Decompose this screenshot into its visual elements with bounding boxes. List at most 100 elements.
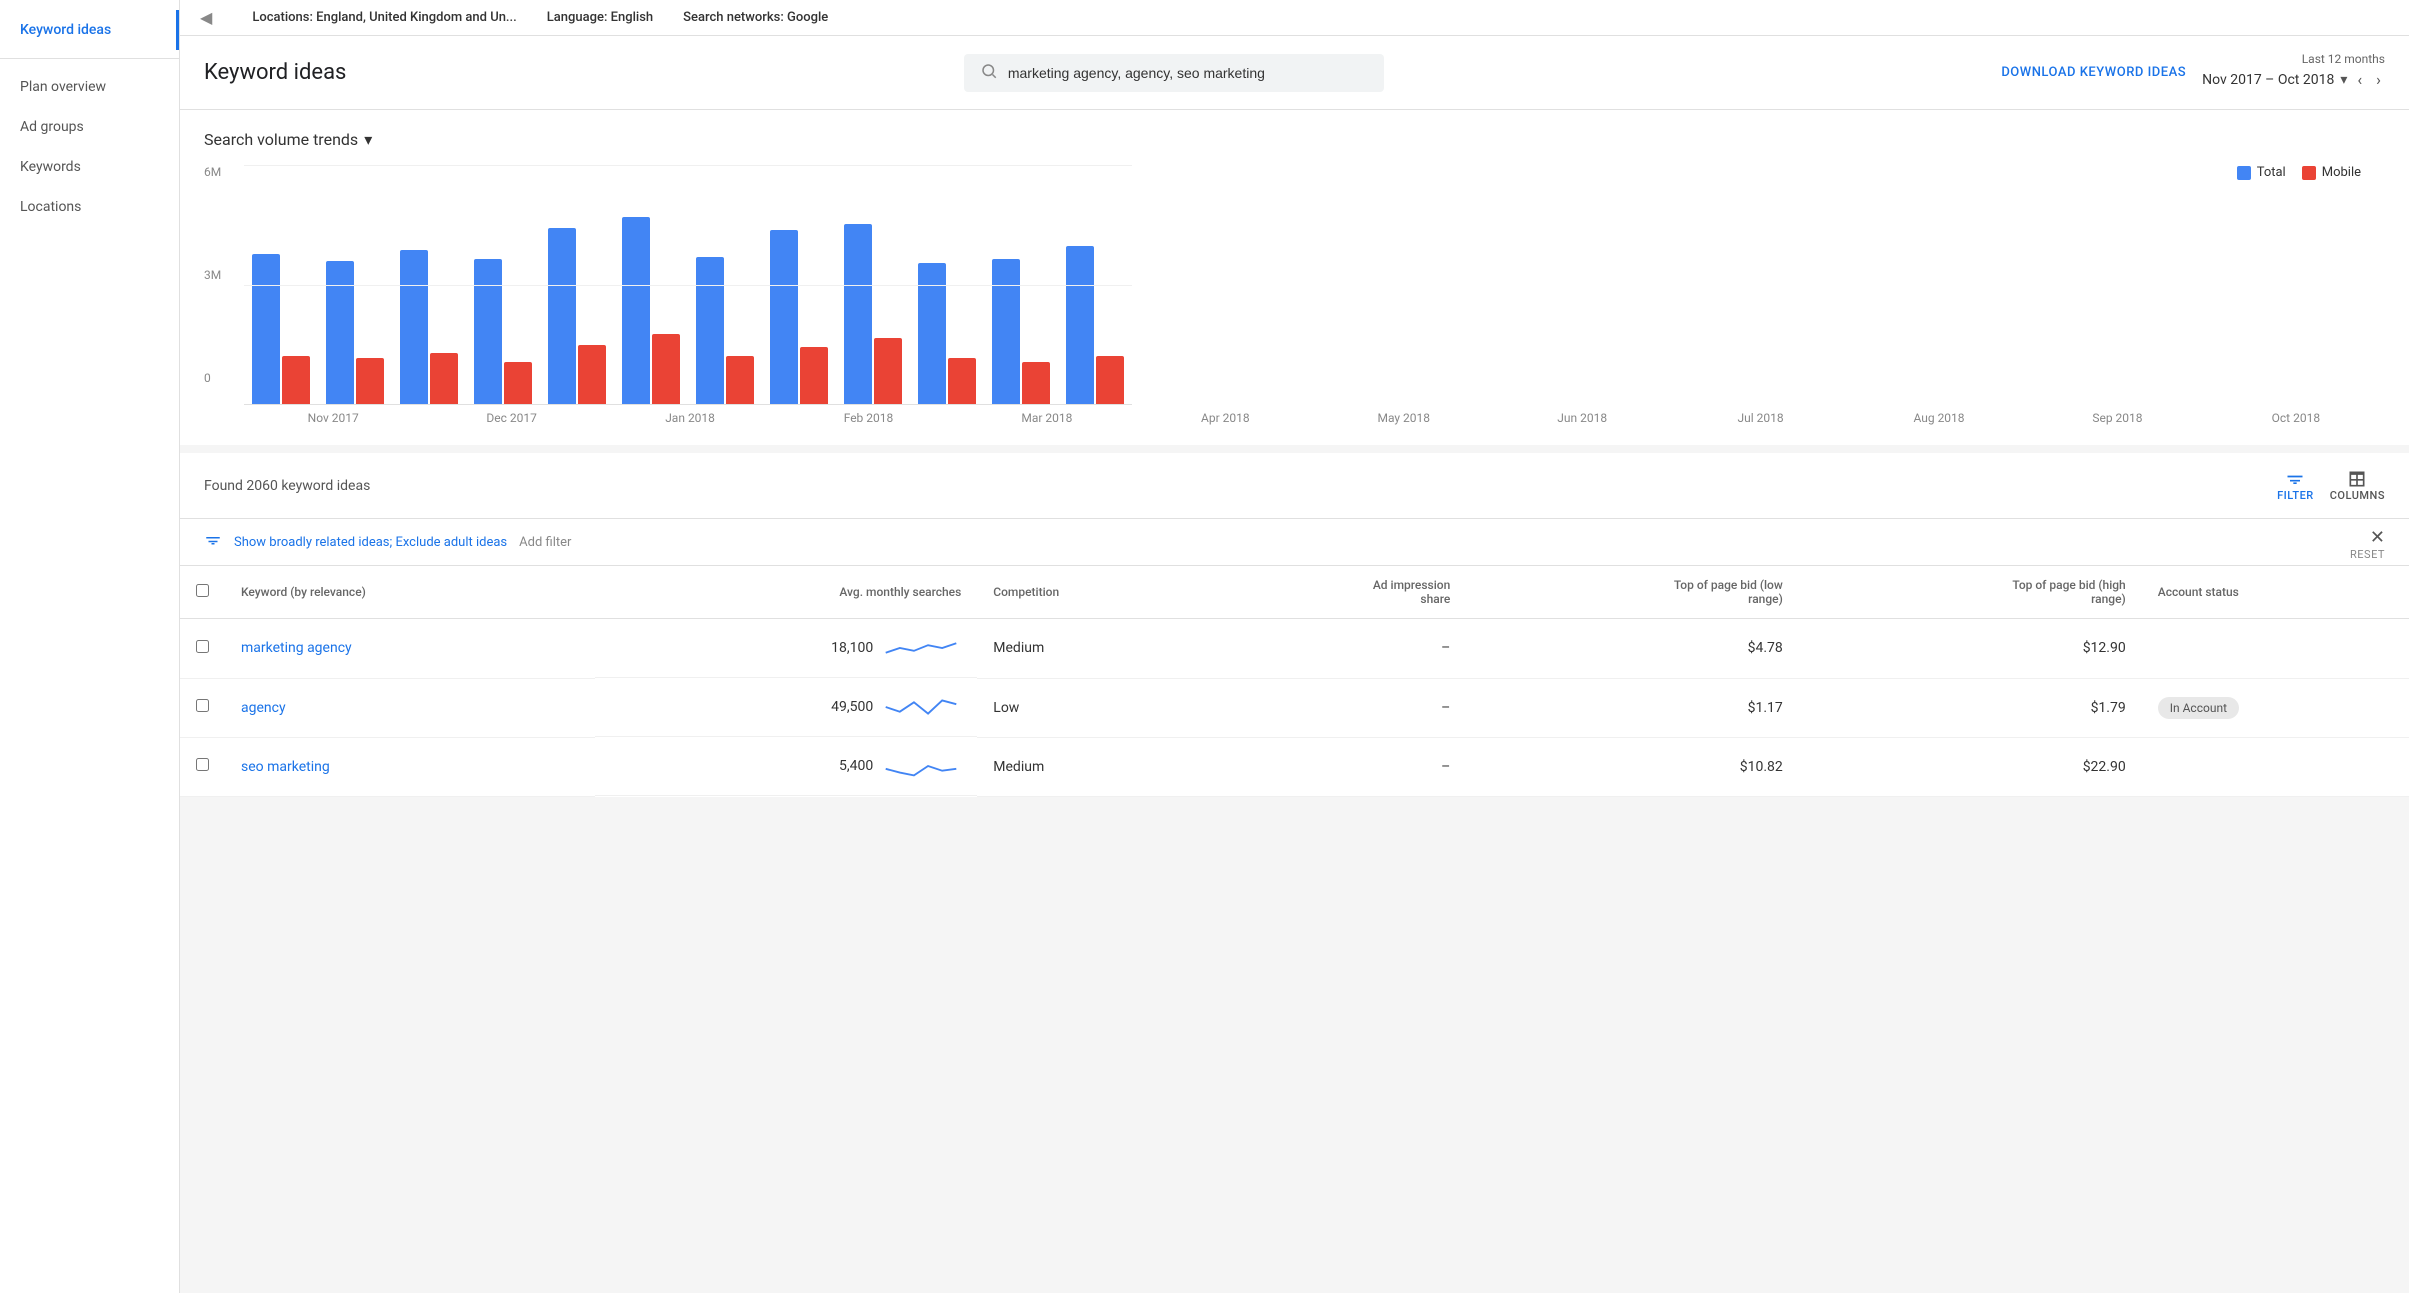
- table-actions: FILTER COLUMNS: [2277, 469, 2385, 502]
- bar-chart: [244, 165, 1132, 405]
- chevron-down-icon: ▾: [2340, 72, 2347, 88]
- search-icon: [980, 62, 998, 84]
- row-select-checkbox[interactable]: [196, 699, 209, 712]
- download-keyword-ideas-button[interactable]: DOWNLOAD KEYWORD IDEAS: [2001, 65, 2186, 80]
- select-all-header[interactable]: [180, 566, 225, 619]
- found-count: Found 2060 keyword ideas: [204, 478, 370, 494]
- ad-impression-cell: –: [1208, 678, 1466, 737]
- topbar: ◀ Locations: England, United Kingdom and…: [180, 0, 2409, 36]
- keyword-search-box[interactable]: [964, 54, 1384, 92]
- bar-total: [326, 261, 354, 404]
- sparkline-chart: [881, 751, 961, 781]
- table-head: Keyword (by relevance) Avg. monthly sear…: [180, 566, 2409, 619]
- page-header: Keyword ideas DOWNLOAD KEYWORD IDEAS Las…: [180, 36, 2409, 110]
- bar-mobile: [1022, 362, 1050, 404]
- filter-close-button[interactable]: ✕: [2370, 527, 2385, 548]
- chart-dropdown-icon: ▾: [364, 130, 372, 149]
- account-status-cell: In Account: [2142, 678, 2409, 737]
- bar-total: [770, 230, 798, 404]
- filter-tag[interactable]: Show broadly related ideas; Exclude adul…: [234, 535, 507, 550]
- bar-group: [762, 230, 836, 404]
- sidebar-item-locations[interactable]: Locations: [0, 187, 179, 227]
- row-checkbox-cell: [180, 619, 225, 679]
- chart-wrapper: Total Mobile 6M 3M 0: [204, 165, 2385, 425]
- bar-group: [392, 250, 466, 404]
- bid-high-cell: $22.90: [1799, 737, 2142, 796]
- keyword-cell[interactable]: seo marketing: [225, 737, 595, 796]
- table-header-row: Found 2060 keyword ideas FILTER COLUMNS: [180, 453, 2409, 519]
- monthly-searches-value: 18,100: [831, 640, 873, 656]
- sidebar-item-keyword-ideas[interactable]: Keyword ideas: [0, 10, 179, 50]
- x-axis-label: Mar 2018: [958, 411, 1136, 425]
- account-status-cell: [2142, 619, 2409, 679]
- bar-total: [622, 217, 650, 404]
- competition-cell: Medium: [977, 737, 1208, 796]
- date-next-button[interactable]: ›: [2372, 66, 2385, 93]
- date-range-value[interactable]: Nov 2017 – Oct 2018 ▾ ‹ ›: [2202, 66, 2385, 93]
- bar-mobile: [356, 358, 384, 404]
- main-content: ◀ Locations: England, United Kingdom and…: [180, 0, 2409, 1293]
- bar-group: [836, 224, 910, 404]
- x-axis-label: Aug 2018: [1850, 411, 2028, 425]
- sidebar-item-ad-groups[interactable]: Ad groups: [0, 107, 179, 147]
- keywords-table: Keyword (by relevance) Avg. monthly sear…: [180, 566, 2409, 797]
- monthly-searches-value: 49,500: [831, 699, 873, 715]
- col-bid-low: Top of page bid (lowrange): [1466, 566, 1799, 619]
- chart-container: Search volume trends ▾ Total Mobile: [204, 130, 2385, 425]
- filter-active-icon: [204, 531, 222, 553]
- bar-total: [1066, 246, 1094, 404]
- competition-cell: Medium: [977, 619, 1208, 679]
- monthly-searches-cell: 49,500: [595, 678, 977, 737]
- x-axis-label: Dec 2017: [422, 411, 600, 425]
- x-axis-label: Jul 2018: [1671, 411, 1849, 425]
- x-axis-label: Nov 2017: [244, 411, 422, 425]
- bar-mobile: [948, 358, 976, 404]
- select-all-checkbox[interactable]: [196, 584, 209, 597]
- bar-total: [992, 259, 1020, 404]
- x-axis-label: Jun 2018: [1493, 411, 1671, 425]
- search-input[interactable]: [1008, 65, 1368, 81]
- filter-button[interactable]: FILTER: [2277, 469, 2314, 502]
- bar-mobile: [430, 353, 458, 404]
- sidebar-item-plan-overview[interactable]: Plan overview: [0, 67, 179, 107]
- x-axis-label: Sep 2018: [2028, 411, 2206, 425]
- bar-group: [318, 261, 392, 404]
- row-select-checkbox[interactable]: [196, 640, 209, 653]
- sidebar-collapse-button[interactable]: ◀: [200, 8, 212, 27]
- keyword-cell[interactable]: agency: [225, 678, 595, 737]
- bar-group: [1058, 246, 1132, 404]
- bid-high-cell: $12.90: [1799, 619, 2142, 679]
- bar-total: [844, 224, 872, 404]
- bar-group: [984, 259, 1058, 404]
- topbar-networks: Search networks: Google: [683, 10, 828, 25]
- monthly-searches-cell: 18,100: [595, 619, 977, 678]
- table-row: seo marketing5,400Medium–$10.82$22.90: [180, 737, 2409, 796]
- x-axis-label: Apr 2018: [1136, 411, 1314, 425]
- in-account-badge: In Account: [2158, 697, 2239, 719]
- bar-total: [400, 250, 428, 404]
- chart-title[interactable]: Search volume trends ▾: [204, 130, 2385, 149]
- monthly-searches-cell: 5,400: [595, 737, 977, 796]
- columns-button[interactable]: COLUMNS: [2330, 469, 2385, 502]
- topbar-language: Language: English: [547, 10, 653, 25]
- chart-area: 6M 3M 0 Nov 2017Dec 2017Jan 2018Feb 2018…: [204, 165, 2385, 425]
- competition-cell: Low: [977, 678, 1208, 737]
- x-axis-label: Oct 2018: [2207, 411, 2385, 425]
- filter-reset-button[interactable]: RESET: [2350, 548, 2385, 561]
- date-range-picker[interactable]: Last 12 months Nov 2017 – Oct 2018 ▾ ‹ ›: [2202, 52, 2385, 93]
- col-competition: Competition: [977, 566, 1208, 619]
- row-checkbox-cell: [180, 678, 225, 737]
- sidebar-item-keywords[interactable]: Keywords: [0, 147, 179, 187]
- bid-low-cell: $1.17: [1466, 678, 1799, 737]
- add-filter-button[interactable]: Add filter: [519, 535, 571, 550]
- sparkline-chart: [881, 692, 961, 722]
- bar-mobile: [652, 334, 680, 404]
- date-prev-button[interactable]: ‹: [2353, 66, 2366, 93]
- table-row: agency49,500Low–$1.17$1.79In Account: [180, 678, 2409, 737]
- bar-mobile: [282, 356, 310, 404]
- y-label-6m: 6M: [204, 165, 244, 179]
- table-section: Found 2060 keyword ideas FILTER COLUMNS: [180, 453, 2409, 797]
- keyword-cell[interactable]: marketing agency: [225, 619, 595, 679]
- bar-mobile: [504, 362, 532, 404]
- row-select-checkbox[interactable]: [196, 758, 209, 771]
